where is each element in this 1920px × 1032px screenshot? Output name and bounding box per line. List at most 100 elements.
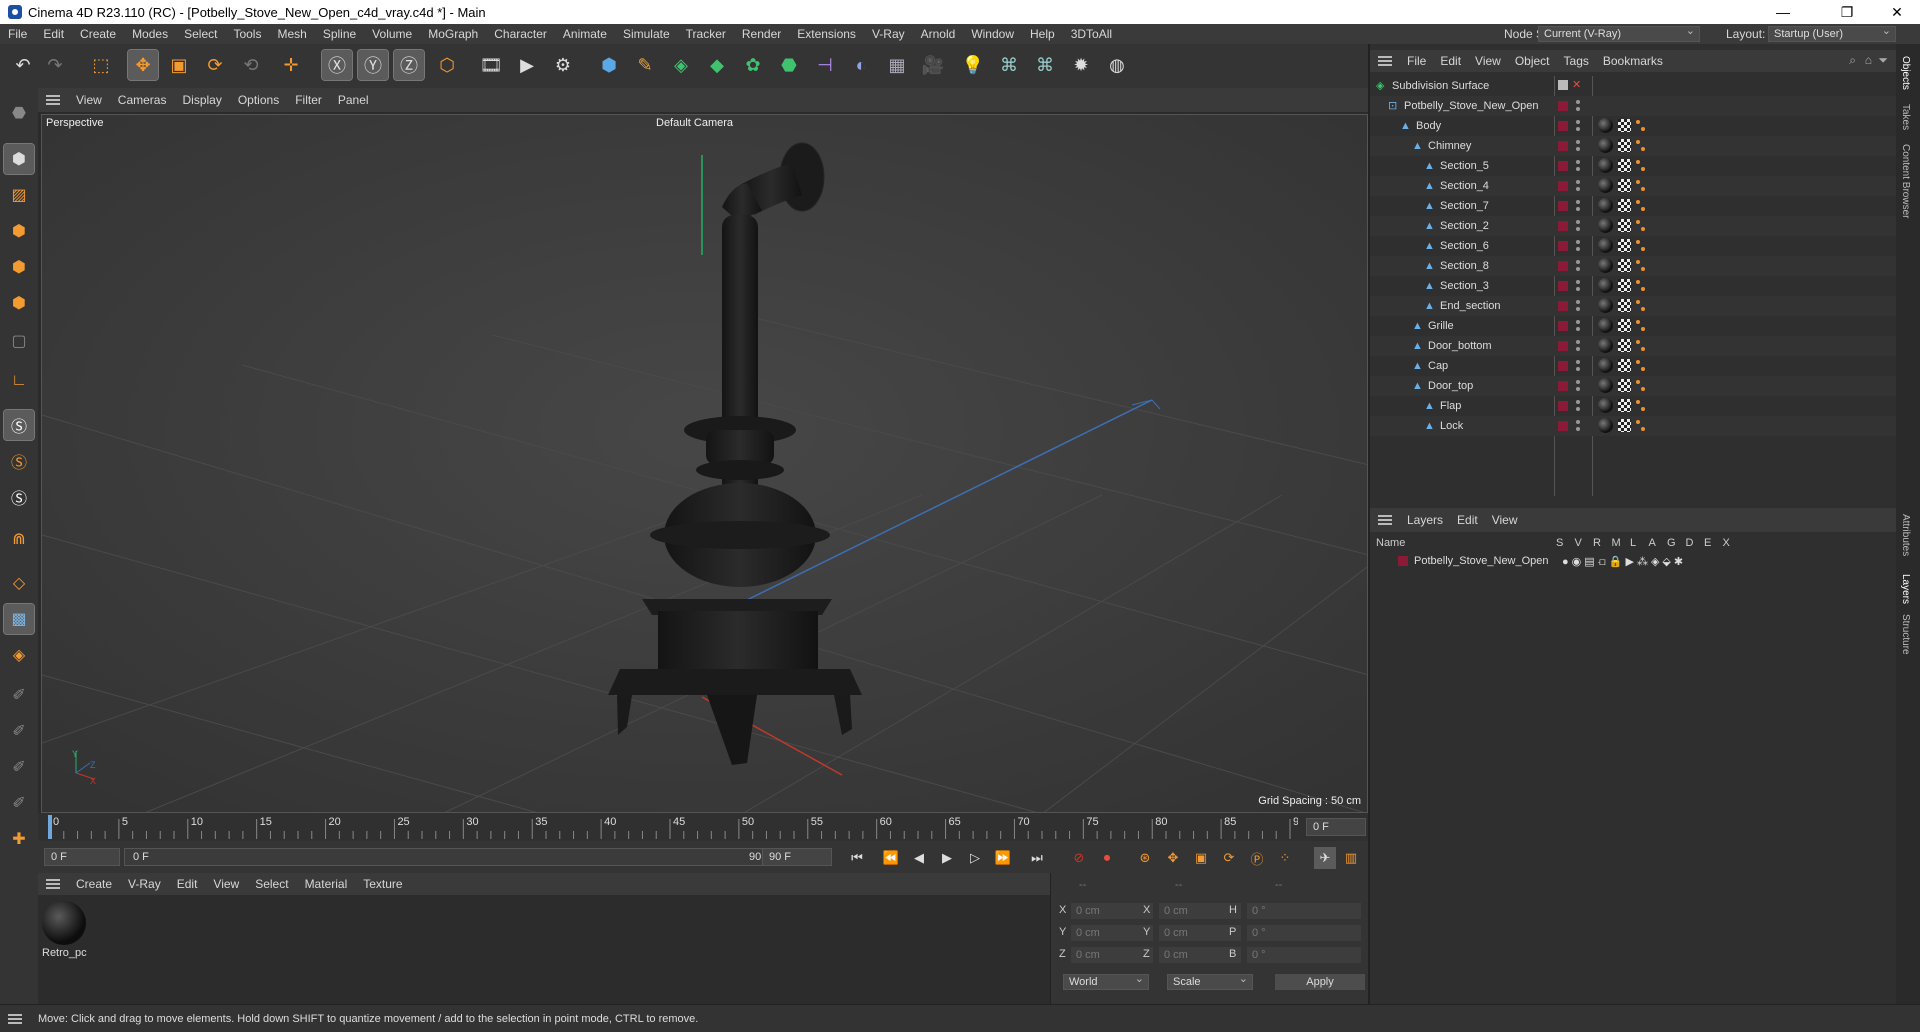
layer-col-name[interactable]: Name (1376, 537, 1405, 549)
grid-workplane-icon[interactable]: ▩ (3, 603, 35, 635)
next-frame-icon[interactable]: ▷ (964, 847, 986, 869)
object-hamburger-icon[interactable] (1378, 56, 1392, 66)
go-to-start-icon[interactable]: ⏮ (846, 847, 868, 869)
visibility-dots[interactable] (1576, 259, 1580, 273)
object-row[interactable]: ▲ Door_top (1370, 376, 1900, 396)
viewport-menu-panel[interactable]: Panel (330, 93, 377, 107)
key-move-icon[interactable]: ✥ (1162, 847, 1184, 869)
render-picture-viewer-icon[interactable]: ▶ (512, 50, 542, 80)
material-tag-icon[interactable] (1598, 398, 1613, 413)
object-name[interactable]: Section_6 (1440, 236, 1489, 256)
layer-col-r[interactable]: R (1593, 537, 1601, 549)
render-settings-icon[interactable]: ⚙ (548, 50, 578, 80)
snap-settings-icon[interactable]: Ⓢ (4, 446, 34, 476)
object-name[interactable]: Door_top (1428, 376, 1473, 396)
transform-icon[interactable]: ✛ (276, 50, 306, 80)
uvw-tag-icon[interactable] (1618, 319, 1631, 332)
layer-col-d[interactable]: D (1686, 537, 1694, 549)
uvw-tag-icon[interactable] (1618, 139, 1631, 152)
layer-color-tag[interactable] (1558, 141, 1568, 151)
key-position-icon[interactable]: ⊛ (1134, 847, 1156, 869)
viewport-menu-view[interactable]: View (68, 93, 110, 107)
object-menu-edit[interactable]: Edit (1433, 54, 1468, 68)
polygon-mode-icon[interactable]: ⬢ (4, 288, 34, 318)
layer-color-tag[interactable] (1558, 261, 1568, 271)
uvw-tag-icon[interactable] (1618, 119, 1631, 132)
layer-flag-icons[interactable]: ●◉▤⟤🔒▶⁂◈⬙✱ (1562, 555, 1686, 569)
menu-mograph[interactable]: MoGraph (420, 24, 486, 44)
object-row[interactable]: ▲ Door_bottom (1370, 336, 1900, 356)
layer-color-tag[interactable] (1558, 381, 1568, 391)
maximize-button[interactable]: ❐ (1824, 0, 1870, 24)
layer-row[interactable]: Potbelly_Stove_New_Open ●◉▤⟤🔒▶⁂◈⬙✱ (1370, 553, 1900, 571)
menu-spline[interactable]: Spline (315, 24, 364, 44)
search-icon[interactable]: ⌕ (1849, 53, 1856, 68)
vray-tag-icon[interactable] (1636, 420, 1646, 432)
coord-type-dropdown[interactable]: Scale (1167, 972, 1253, 990)
record-keys-icon[interactable]: ⊘ (1068, 847, 1090, 869)
layers-hamburger-icon[interactable] (1378, 515, 1392, 525)
coord-c-field[interactable]: 0 ° (1247, 947, 1361, 963)
menu-v-ray[interactable]: V-Ray (864, 24, 913, 44)
object-name[interactable]: Section_2 (1440, 216, 1489, 236)
object-menu-file[interactable]: File (1400, 54, 1433, 68)
layer-color-tag[interactable] (1558, 241, 1568, 251)
material-name[interactable]: Retro_pc (42, 947, 87, 959)
frame-range-slider[interactable]: 0 F 90 F (124, 848, 784, 866)
end-frame-field[interactable]: 90 F (762, 848, 832, 866)
vray-tag-icon[interactable] (1636, 380, 1646, 392)
side-tab-content-browser[interactable]: Content Browser (1900, 144, 1911, 218)
uvw-tag-icon[interactable] (1618, 219, 1631, 232)
object-row[interactable]: ▲ Flap (1370, 396, 1900, 416)
vray-tag-icon[interactable] (1636, 280, 1646, 292)
quantize-icon[interactable]: Ⓢ (4, 482, 34, 512)
magnet-icon[interactable]: ⋒ (4, 524, 34, 554)
object-name[interactable]: Cap (1428, 356, 1448, 376)
object-row[interactable]: ▲ Section_7 (1370, 196, 1900, 216)
material-tag-icon[interactable] (1598, 198, 1613, 213)
menu-help[interactable]: Help (1022, 24, 1063, 44)
status-hamburger-icon[interactable] (8, 1013, 22, 1024)
uvw-tag-icon[interactable] (1618, 399, 1631, 412)
deformer-icon[interactable]: ⊣ (810, 50, 840, 80)
disable-generator-icon[interactable]: ✕ (1572, 78, 1581, 91)
timeline-window-icon[interactable]: ▥ (1340, 847, 1362, 869)
layer-color-tag[interactable] (1558, 301, 1568, 311)
material-tag-icon[interactable] (1598, 158, 1613, 173)
previous-key-icon[interactable]: ⏪ (880, 847, 902, 869)
x-axis-lock-icon[interactable]: Ⓧ (321, 49, 353, 81)
menu-simulate[interactable]: Simulate (615, 24, 678, 44)
uvw-tag-icon[interactable] (1618, 279, 1631, 292)
layer-color-tag[interactable] (1558, 121, 1568, 131)
redo-icon[interactable]: ↷ (40, 50, 70, 80)
object-menu-tags[interactable]: Tags (1557, 54, 1596, 68)
object-row[interactable]: ▲ End_section (1370, 296, 1900, 316)
side-tab-layers[interactable]: Layers (1900, 574, 1911, 604)
filter-icon[interactable]: ⏷ (1878, 53, 1888, 68)
layer-color-tag[interactable] (1558, 201, 1568, 211)
material-menu-select[interactable]: Select (247, 877, 296, 891)
layer-name[interactable]: Potbelly_Stove_New_Open (1414, 555, 1549, 567)
object-name[interactable]: Section_4 (1440, 176, 1489, 196)
object-row[interactable]: ▲ Grille (1370, 316, 1900, 336)
layer-color-tag[interactable] (1558, 221, 1568, 231)
visibility-dots[interactable] (1576, 139, 1580, 153)
coord-c-field[interactable]: 0 ° (1247, 925, 1361, 941)
move-tool-icon[interactable]: ✥ (127, 49, 159, 81)
vray-tag-icon[interactable] (1636, 240, 1646, 252)
uvw-tag-icon[interactable] (1618, 239, 1631, 252)
extrude-generator-icon[interactable]: ◆ (702, 50, 732, 80)
floor-icon[interactable]: ▦ (882, 50, 912, 80)
layer-color-tag[interactable] (1558, 341, 1568, 351)
menu-file[interactable]: File (0, 24, 35, 44)
layer-color-tag[interactable] (1558, 181, 1568, 191)
menu-edit[interactable]: Edit (35, 24, 72, 44)
uvw-tag-icon[interactable] (1618, 419, 1631, 432)
layer-menu-edit[interactable]: Edit (1450, 513, 1485, 527)
object-row[interactable]: ▲ Body (1370, 116, 1900, 136)
layer-color-tag[interactable] (1558, 281, 1568, 291)
object-row[interactable]: ▲ Section_5 (1370, 156, 1900, 176)
previous-frame-icon[interactable]: ◀ (908, 847, 930, 869)
field-icon[interactable]: ◐ (846, 50, 876, 80)
uvw-tag-icon[interactable] (1618, 299, 1631, 312)
